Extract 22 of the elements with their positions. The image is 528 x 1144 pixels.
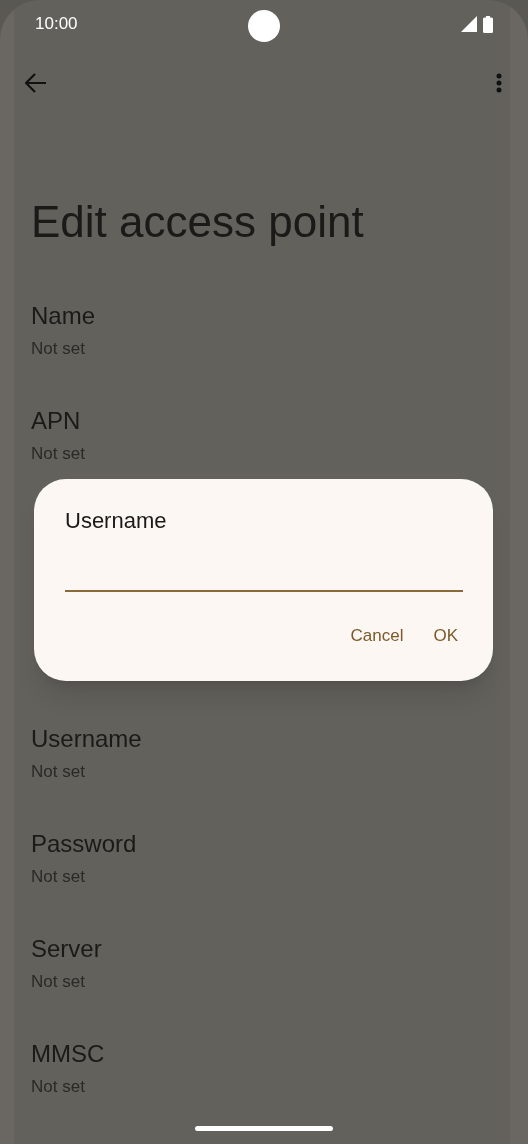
dialog-button[interactable]: Cancel — [348, 624, 406, 648]
setting-value: Not set — [31, 338, 85, 360]
page-title: Edit access point — [31, 196, 365, 248]
setting-value: Not set — [31, 761, 85, 783]
setting-label[interactable]: Password — [31, 828, 137, 860]
dialog-button[interactable]: OK — [431, 624, 460, 648]
setting-label[interactable]: APN — [31, 405, 81, 437]
more-options-icon[interactable] — [496, 73, 502, 93]
back-arrow-icon[interactable] — [25, 73, 47, 93]
camera-cutout — [248, 10, 280, 42]
setting-value: Not set — [31, 866, 85, 888]
setting-value: Not set — [31, 1076, 85, 1098]
setting-label[interactable]: Name — [31, 300, 96, 332]
setting-label[interactable]: Username — [31, 723, 142, 755]
signal-icon — [461, 16, 477, 32]
setting-label[interactable]: Server — [31, 933, 102, 965]
battery-icon — [483, 15, 493, 33]
setting-label[interactable]: MMSC — [31, 1038, 105, 1070]
setting-value: Not set — [31, 443, 85, 465]
status-time: 10:00 — [35, 13, 78, 36]
setting-value: Not set — [31, 971, 85, 993]
dialog-title: Username — [65, 507, 167, 535]
